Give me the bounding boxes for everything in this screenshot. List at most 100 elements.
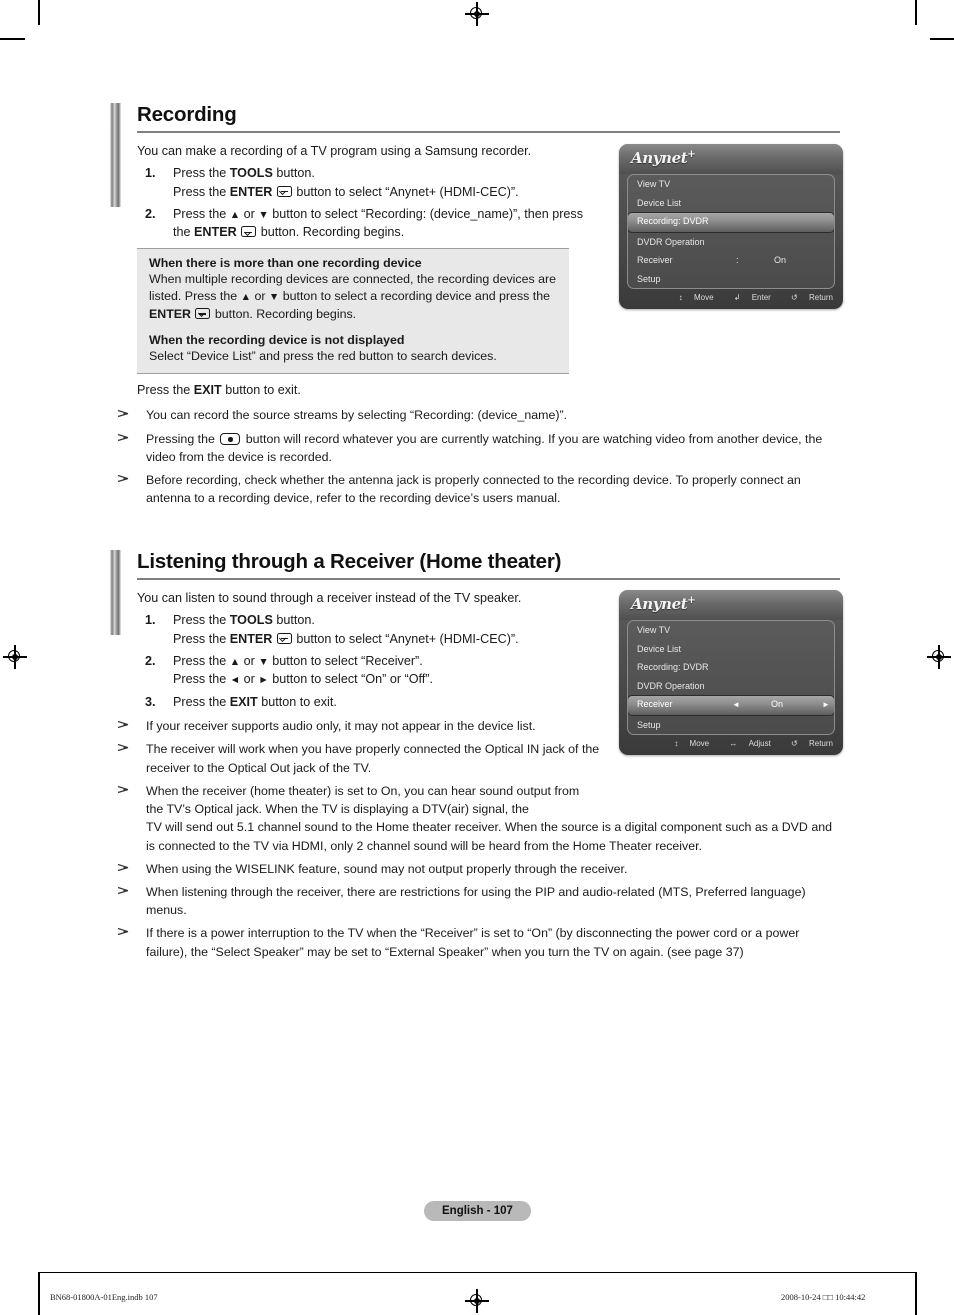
return-icon: ↺	[791, 739, 798, 748]
osd-hint-return: ↺ Return	[791, 293, 833, 302]
info-box-body: Select “Device List” and press the red b…	[149, 348, 497, 363]
osd-item-label: Receiver	[637, 255, 673, 265]
anynet-logo: Anynet+	[631, 149, 696, 167]
down-arrow-icon: ▼	[258, 656, 269, 668]
osd-item-label: Setup	[637, 719, 661, 730]
footer-rule	[38, 1272, 916, 1273]
note-item: When using the WISELINK feature, sound m…	[110, 860, 840, 878]
note-text: When the receiver (home theater) is set …	[146, 783, 832, 853]
note-arrow-icon	[117, 472, 131, 486]
up-arrow-icon: ▲	[229, 209, 241, 221]
osd-item-label: Recording: DVDR	[637, 216, 709, 226]
osd-header: Anynet+	[619, 590, 843, 620]
note-arrow-icon	[117, 407, 131, 421]
osd-item-label: Setup	[637, 273, 661, 284]
note-arrow-icon	[117, 861, 131, 875]
footer-timestamp: 2008-10-24 □□ 10:44:42	[781, 1292, 866, 1302]
osd-item-dvdr-operation[interactable]: DVDR Operation	[628, 233, 834, 252]
note-item: Before recording, check whether the ante…	[110, 471, 840, 507]
osd-item-label: View TV	[637, 625, 671, 635]
note-text: When using the WISELINK feature, sound m…	[146, 861, 628, 876]
adjust-icon: ↔	[729, 739, 738, 748]
note-item: When the receiver (home theater) is set …	[110, 782, 840, 855]
note-text: If there is a power interruption to the …	[146, 926, 800, 959]
note-item: You can record the source streams by sel…	[110, 406, 840, 424]
osd-hint-move: ↕ Move	[678, 293, 714, 302]
enter-icon: ↲	[733, 293, 741, 302]
info-box-heading: When the recording device is not display…	[149, 332, 405, 347]
osd-menu-list: View TV Device List Recording: DVDR DVDR…	[627, 620, 835, 735]
enter-key-icon	[195, 307, 211, 319]
osd-hint-bar: ↕ Move ↲ Enter ↺ Return	[619, 289, 843, 309]
osd-item-value: On	[774, 255, 787, 265]
step-number: 3.	[145, 694, 156, 709]
note-arrow-icon	[117, 431, 131, 445]
note-text: When listening through the receiver, the…	[146, 885, 806, 918]
osd-item-receiver[interactable]: Receiver : On	[628, 251, 834, 270]
osd-item-view-tv[interactable]: View TV	[628, 621, 834, 640]
move-icon: ↕	[674, 739, 679, 748]
osd-item-label: Device List	[637, 643, 682, 654]
osd-item-label: View TV	[637, 179, 671, 189]
note-arrow-icon	[117, 718, 131, 732]
note-text: The receiver will work when you have pro…	[146, 742, 600, 775]
osd-item-device-list[interactable]: Device List	[628, 640, 834, 659]
osd-header: Anynet+	[619, 144, 843, 174]
anynet-logo: Anynet+	[631, 595, 696, 613]
info-box-heading: When there is more than one recording de…	[149, 255, 422, 270]
note-item: The receiver will work when you have pro…	[110, 740, 616, 776]
osd-item-label: Receiver	[637, 699, 673, 709]
note-text: If your receiver supports audio only, it…	[146, 719, 536, 734]
section-accent-bar	[110, 550, 121, 635]
info-box-recording: When there is more than one recording de…	[137, 247, 569, 375]
note-arrow-icon	[117, 925, 131, 939]
osd-item-setup[interactable]: Setup	[628, 716, 834, 735]
osd-hint-return: ↺ Return	[791, 739, 833, 748]
osd-item-view-tv[interactable]: View TV	[628, 175, 834, 194]
osd-left-arrow-icon[interactable]: ◄	[732, 696, 740, 713]
osd-item-label: DVDR Operation	[637, 236, 705, 247]
osd-hint-adjust: ↔ Adjust	[729, 739, 771, 748]
osd-item-value: On	[771, 699, 784, 709]
enter-key-icon	[276, 632, 292, 644]
title-rule	[137, 578, 840, 580]
title-rule	[137, 131, 840, 133]
page-title-receiver: Listening through a Receiver (Home theat…	[137, 550, 562, 573]
osd-item-recording-dvdr[interactable]: Recording: DVDR	[628, 212, 834, 233]
note-item: Pressing the button will record whatever…	[110, 430, 840, 466]
page-number-badge: English - 107	[424, 1201, 531, 1221]
note-text: Before recording, check whether the ante…	[146, 473, 801, 506]
notes-list-recording: You can record the source streams by sel…	[110, 406, 840, 507]
note-text: You can record the source streams by sel…	[146, 408, 568, 423]
enter-key-icon	[241, 226, 257, 238]
up-arrow-icon: ▲	[229, 656, 241, 668]
note-arrow-icon	[117, 884, 131, 898]
record-button-icon	[220, 432, 241, 445]
osd-item-device-list[interactable]: Device List	[628, 194, 834, 213]
osd-hint-bar: ↕ Move ↔ Adjust ↺ Return	[619, 735, 843, 755]
step-number: 1.	[145, 166, 156, 181]
exit-line-recording: Press the EXIT button to exit.	[137, 383, 301, 398]
info-box-body: When multiple recording devices are conn…	[149, 271, 557, 321]
manual-page: Recording You can make a recording of a …	[0, 0, 954, 1315]
down-arrow-icon: ▼	[258, 209, 269, 221]
note-item: If there is a power interruption to the …	[110, 924, 840, 960]
step-number: 2.	[145, 654, 156, 668]
osd-right-arrow-icon[interactable]: ►	[822, 696, 830, 713]
osd-item-label: Recording: DVDR	[637, 662, 709, 672]
right-arrow-icon: ►	[258, 674, 269, 687]
osd-item-recording-dvdr[interactable]: Recording: DVDR	[628, 658, 834, 677]
osd-item-dvdr-operation[interactable]: DVDR Operation	[628, 677, 834, 696]
osd-item-colon: :	[736, 255, 739, 265]
osd-item-label: Device List	[637, 197, 682, 208]
osd-item-receiver[interactable]: Receiver ◄ On ►	[628, 695, 834, 716]
page-title-recording: Recording	[137, 103, 237, 126]
note-arrow-icon	[117, 783, 131, 797]
footer-file-ref: BN68-01800A-01Eng.indb 107	[50, 1292, 158, 1302]
osd-hint-move: ↕ Move	[674, 739, 710, 748]
move-icon: ↕	[678, 293, 683, 302]
note-item: When listening through the receiver, the…	[110, 883, 840, 919]
osd-item-setup[interactable]: Setup	[628, 270, 834, 289]
step-number: 1.	[145, 613, 156, 628]
up-arrow-icon: ▲	[240, 291, 251, 304]
